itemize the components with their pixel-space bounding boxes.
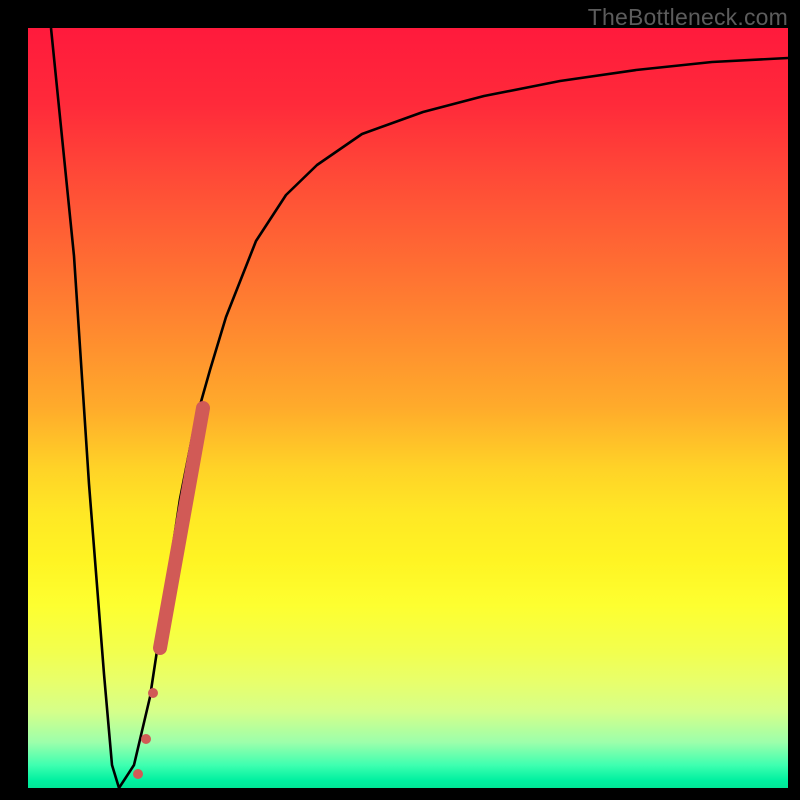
marker-dot-2 (141, 734, 151, 744)
watermark-text: TheBottleneck.com (588, 4, 788, 31)
chart-frame: TheBottleneck.com (0, 0, 800, 800)
plot-area (28, 28, 788, 788)
highlight-bar (160, 408, 203, 648)
bottleneck-curve (51, 28, 788, 788)
curve-svg (28, 28, 788, 788)
marker-dot-3 (148, 688, 158, 698)
marker-dot-1 (133, 769, 143, 779)
